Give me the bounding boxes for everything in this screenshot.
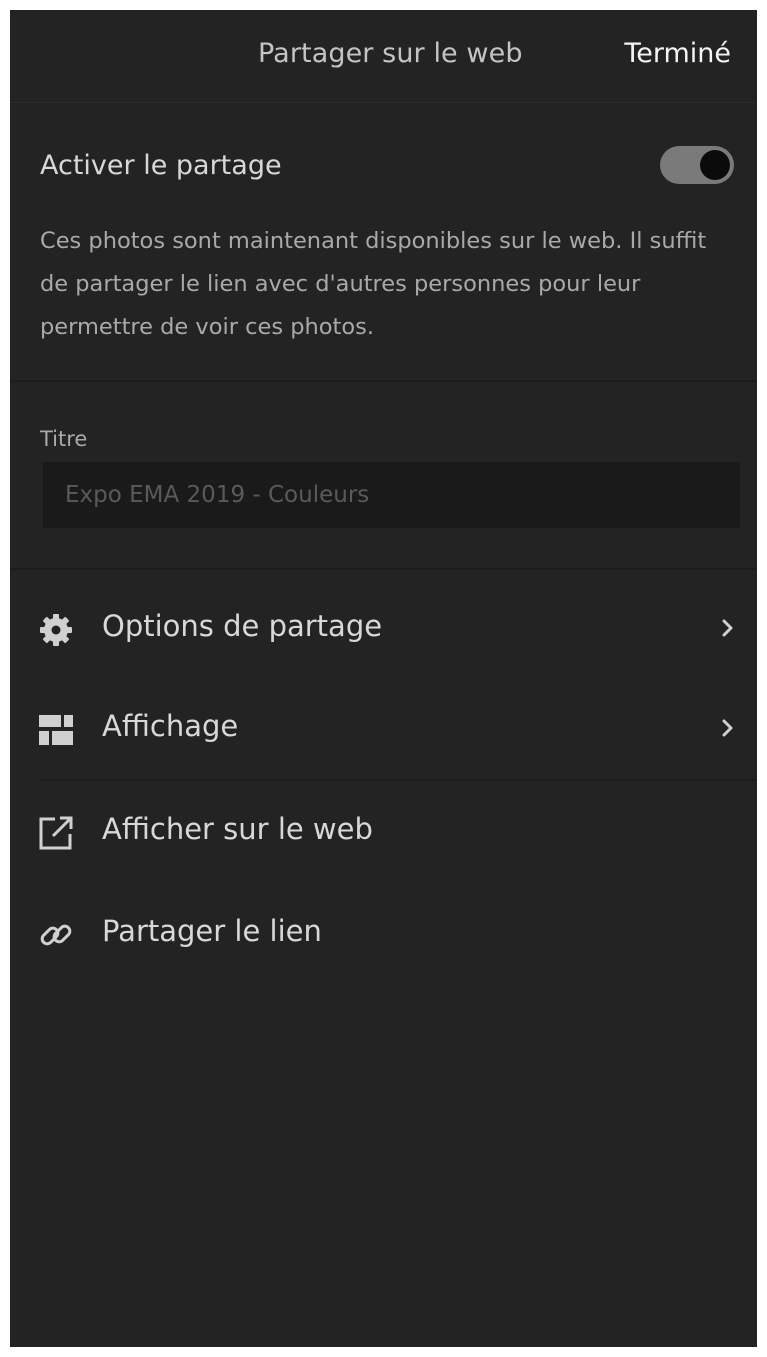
title-input[interactable] (43, 462, 740, 528)
chevron-right-icon (722, 719, 733, 737)
menu-item-view-on-web[interactable]: Afficher sur le web (10, 783, 757, 883)
layout-grid-icon (39, 715, 73, 745)
menu-item-display[interactable]: Affichage (10, 680, 757, 780)
link-icon (40, 924, 72, 946)
menu-item-label: Afficher sur le web (102, 812, 373, 846)
done-button[interactable]: Terminé (624, 38, 731, 69)
toggle-knob (700, 150, 730, 180)
menu-item-share-link[interactable]: Partager le lien (10, 885, 757, 985)
external-link-icon (39, 816, 73, 850)
enable-sharing-toggle[interactable] (660, 146, 734, 184)
menu-item-label: Partager le lien (102, 914, 322, 948)
chevron-right-icon (722, 619, 733, 637)
page-title: Partager sur le web (258, 38, 523, 69)
section-divider (10, 380, 757, 382)
menu-item-sharing-options[interactable]: Options de partage (10, 580, 757, 680)
menu-item-label: Options de partage (102, 609, 383, 643)
menu-item-label: Affichage (102, 709, 239, 743)
share-on-web-screen: Partager sur le web Terminé Activer le p… (10, 10, 757, 1347)
header-bar: Partager sur le web Terminé (10, 10, 757, 103)
menu-divider (40, 779, 757, 781)
enable-sharing-label: Activer le partage (40, 150, 282, 181)
title-field-label: Titre (40, 427, 88, 451)
section-divider (10, 568, 757, 570)
gear-icon (40, 614, 72, 646)
sharing-description: Ces photos sont maintenant disponibles s… (40, 228, 707, 340)
